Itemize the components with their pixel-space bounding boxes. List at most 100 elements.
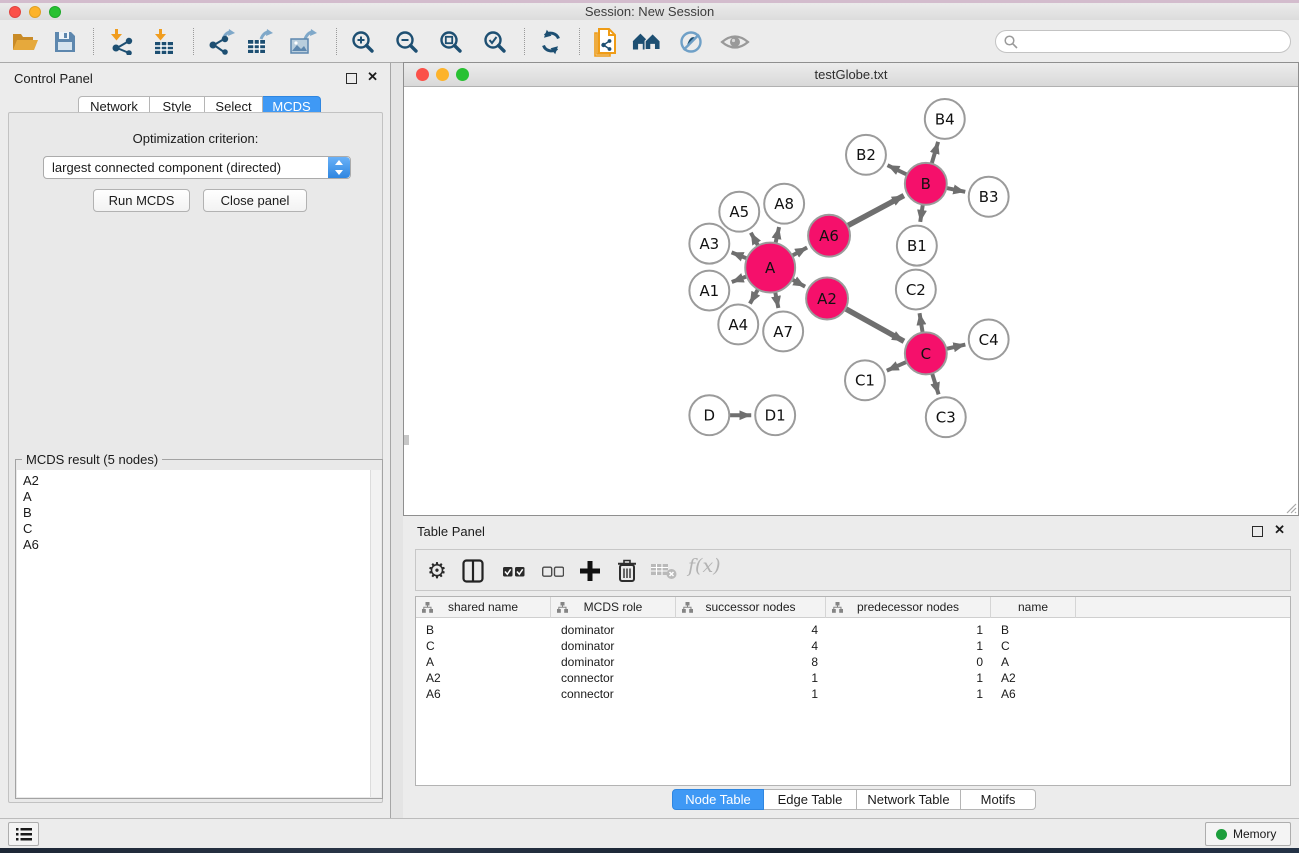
graph-edge-C-C2[interactable] — [920, 313, 923, 334]
canvas-scroll-nub[interactable] — [404, 435, 409, 445]
table-cell[interactable]: A6 — [416, 686, 551, 702]
graph-edge-B-B2[interactable] — [888, 165, 909, 175]
graph-edge-C-C1[interactable] — [887, 361, 909, 371]
table-cell[interactable]: B — [991, 622, 1076, 638]
table-cell[interactable]: B — [416, 622, 551, 638]
table-cell[interactable]: A2 — [991, 670, 1076, 686]
export-network-icon[interactable] — [206, 28, 236, 56]
settings-gear-icon[interactable]: ⚙ — [422, 556, 452, 586]
float-panel-icon[interactable] — [346, 73, 357, 84]
zoom-selected-icon[interactable] — [480, 28, 510, 56]
table-cell[interactable]: dominator — [551, 654, 676, 670]
mcds-result-item[interactable]: A — [17, 489, 369, 505]
close-panel-icon[interactable]: ✕ — [367, 69, 378, 85]
table-cell[interactable]: dominator — [551, 638, 676, 654]
mcds-result-item[interactable]: A6 — [17, 537, 369, 553]
graph-edge-A2-C[interactable] — [844, 308, 904, 342]
table-row[interactable]: Adominator80A — [416, 654, 1290, 670]
mcds-result-item[interactable]: C — [17, 521, 369, 537]
zoom-in-icon[interactable] — [348, 28, 378, 56]
table-cell-filler — [1076, 670, 1290, 686]
hide-labels-icon[interactable] — [676, 28, 706, 56]
table-cell[interactable]: dominator — [551, 622, 676, 638]
mcds-result-item[interactable]: A2 — [17, 473, 369, 489]
add-column-icon[interactable] — [575, 556, 605, 586]
table-cell[interactable]: connector — [551, 670, 676, 686]
table-cell[interactable]: 1 — [826, 638, 991, 654]
column-header-shared-name[interactable]: shared name — [416, 597, 551, 618]
zoom-fit-icon[interactable] — [436, 28, 466, 56]
tab-node-table[interactable]: Node Table — [672, 789, 764, 810]
table-cell[interactable]: 4 — [676, 638, 826, 654]
table-cell[interactable]: 8 — [676, 654, 826, 670]
export-table-icon[interactable] — [244, 28, 274, 56]
graph-node-label-B1: B1 — [907, 237, 927, 255]
table-cell[interactable]: 1 — [676, 686, 826, 702]
tab-motifs[interactable]: Motifs — [961, 789, 1036, 810]
export-image-icon[interactable] — [288, 28, 318, 56]
import-network-icon[interactable] — [106, 28, 136, 56]
task-history-button[interactable] — [8, 822, 39, 846]
table-cell[interactable]: 1 — [826, 686, 991, 702]
float-panel-icon[interactable] — [1252, 526, 1263, 537]
table-cell[interactable]: A — [991, 654, 1076, 670]
table-cell[interactable]: A — [416, 654, 551, 670]
graph-edge-B-B4[interactable] — [931, 142, 938, 166]
application-window: Session: New Session — [0, 0, 1299, 853]
column-header-name[interactable]: name — [991, 597, 1076, 618]
tab-network-table[interactable]: Network Table — [857, 789, 961, 810]
close-panel-button[interactable]: Close panel — [203, 189, 307, 212]
memory-button[interactable]: Memory — [1205, 822, 1291, 846]
table-cell[interactable]: 4 — [676, 622, 826, 638]
deselect-all-rows-icon[interactable] — [538, 556, 568, 586]
table-cell[interactable]: connector — [551, 686, 676, 702]
table-cell[interactable]: 1 — [826, 670, 991, 686]
graph-node-label-A3: A3 — [699, 235, 719, 253]
mcds-result-item[interactable]: B — [17, 505, 369, 521]
network-graph[interactable]: AA1A2A3A4A5A6A7A8BB1B2B3B4CC1C2C3C4DD1 — [404, 87, 1298, 515]
column-header-predecessor-nodes[interactable]: predecessor nodes — [826, 597, 991, 618]
delete-columns-trash-icon[interactable] — [612, 556, 642, 586]
column-header-mcds-role[interactable]: MCDS role — [551, 597, 676, 618]
home-icon[interactable] — [632, 28, 662, 56]
tab-edge-table[interactable]: Edge Table — [764, 789, 857, 810]
graph-edge-B-B3[interactable] — [944, 188, 965, 192]
table-row[interactable]: A2connector11A2 — [416, 670, 1290, 686]
delete-table-icon[interactable] — [649, 556, 679, 586]
network-canvas[interactable]: AA1A2A3A4A5A6A7A8BB1B2B3B4CC1C2C3C4DD1 — [404, 87, 1298, 515]
column-header-successor-nodes[interactable]: successor nodes — [676, 597, 826, 618]
close-panel-icon[interactable]: ✕ — [1274, 522, 1285, 538]
table-row[interactable]: A6connector11A6 — [416, 686, 1290, 702]
column-header-filler — [1076, 597, 1290, 618]
result-scrollbar[interactable] — [370, 470, 381, 797]
graph-node-label-A: A — [765, 259, 776, 277]
new-network-from-selection-icon[interactable] — [591, 28, 621, 56]
table-cell[interactable]: C — [416, 638, 551, 654]
search-box[interactable] — [995, 30, 1291, 53]
criterion-dropdown[interactable]: largest connected component (directed) — [43, 156, 351, 179]
table-cell[interactable]: 1 — [826, 622, 991, 638]
save-session-icon[interactable] — [50, 28, 80, 56]
import-table-icon[interactable] — [148, 28, 178, 56]
table-cell[interactable]: A2 — [416, 670, 551, 686]
zoom-out-icon[interactable] — [392, 28, 422, 56]
refresh-icon[interactable] — [536, 28, 566, 56]
table-cell[interactable]: 0 — [826, 654, 991, 670]
run-mcds-button[interactable]: Run MCDS — [93, 189, 190, 212]
search-input[interactable] — [1022, 32, 1282, 51]
resize-grip-icon[interactable] — [1283, 500, 1297, 514]
table-cell[interactable]: C — [991, 638, 1076, 654]
graph-edge-A6-B[interactable] — [846, 196, 904, 227]
apply-function-icon[interactable]: f(x) — [688, 555, 721, 577]
table-cell[interactable]: 1 — [676, 670, 826, 686]
open-session-icon[interactable] — [10, 28, 40, 56]
split-view-icon[interactable] — [458, 556, 488, 586]
table-row[interactable]: Bdominator41B — [416, 622, 1290, 638]
show-graphics-details-eye-icon[interactable] — [720, 28, 750, 56]
network-window-titlebar[interactable]: testGlobe.txt — [404, 63, 1298, 87]
graph-edge-C-C4[interactable] — [944, 345, 965, 350]
graph-edge-C-C3[interactable] — [932, 371, 939, 394]
table-row[interactable]: Cdominator41C — [416, 638, 1290, 654]
table-cell[interactable]: A6 — [991, 686, 1076, 702]
select-all-rows-icon[interactable] — [499, 556, 529, 586]
